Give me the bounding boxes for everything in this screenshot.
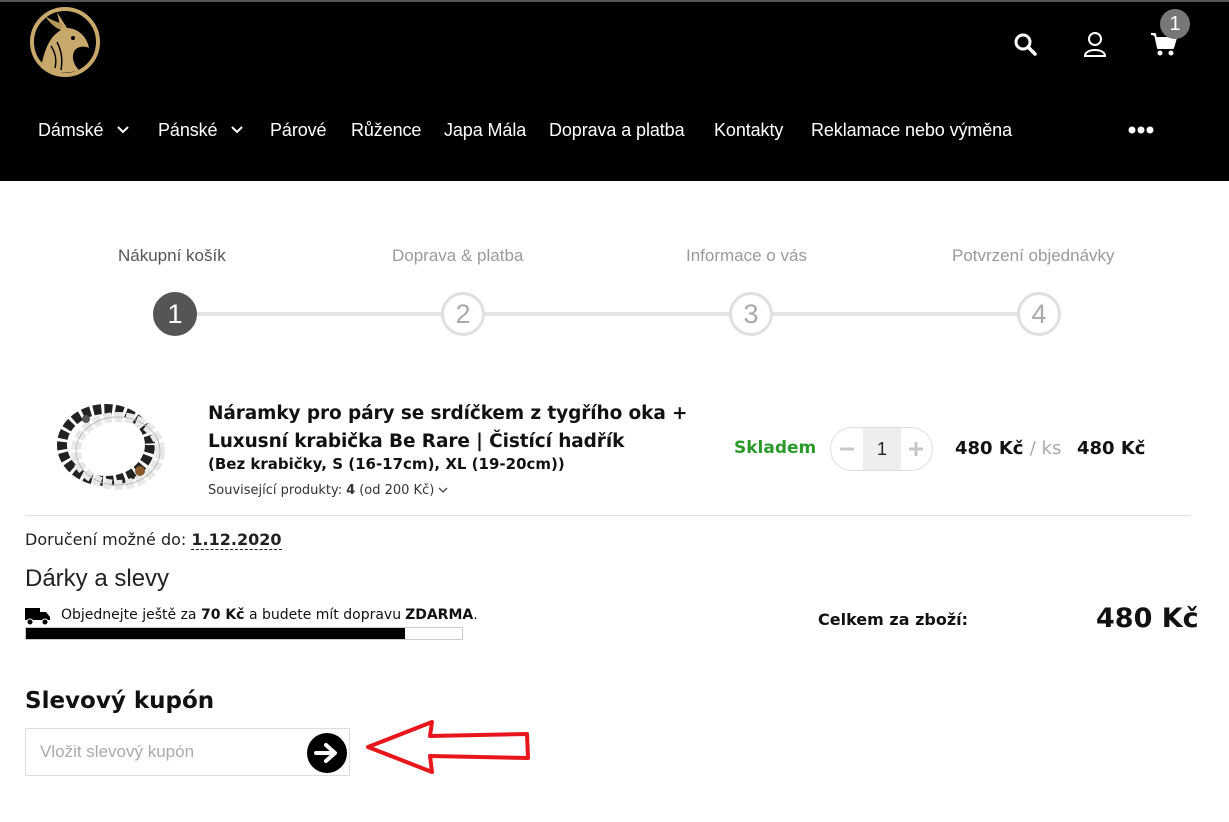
product-name-line1: Náramky pro páry se srdíčkem z tygřího o… [208,403,688,424]
step-3-circle: 3 [729,292,773,336]
related-count: 4 [346,483,356,498]
goods-total-label: Celkem za zboží: [818,610,969,629]
unit-price-suffix: / ks [1029,438,1062,459]
product-image[interactable] [50,393,174,503]
nav-item-panske[interactable]: Pánské [158,112,244,148]
nav-item-label: Japa Mála [444,119,527,140]
nav-item-label: Dámské [38,119,104,140]
coupon-input[interactable] [40,739,300,765]
nav-item-label: Reklamace nebo výměna [811,119,1013,140]
product-name[interactable]: Náramky pro páry se srdíčkem z tygřího o… [208,400,708,456]
free-shipping-free: ZDARMA [405,607,474,623]
nav-item-label: Růžence [351,119,422,140]
search-button[interactable] [1010,29,1040,59]
step-connector [196,312,444,316]
quantity-stepper [830,427,933,471]
chevron-down-icon [438,487,448,493]
step-1-circle: 1 [153,292,197,336]
nav-item-label: Pánské [158,119,218,140]
nav-item-parove[interactable]: Párové [270,112,327,148]
free-shipping-text-end: . [473,607,478,623]
red-arrow-annotation-icon [366,720,530,774]
search-icon [1014,33,1037,56]
free-shipping-text-before: Objednejte ještě za [61,607,197,623]
delivery-estimate: Doručení možné do: 1.12.2020 [25,530,282,550]
unit-price: 480 Kč / ks [955,438,1061,459]
gifts-discounts-title: Dárky a slevy [25,565,170,592]
nav-item-label: Kontakty [714,119,784,140]
nav-item-japa-mala[interactable]: Japa Mála [444,112,526,148]
chevron-down-icon [117,126,130,134]
quantity-input[interactable] [863,428,901,470]
header-top-border [0,0,1229,2]
product-name-line2: Luxusní krabička Be Rare | Čistící hadří… [208,431,625,452]
plus-icon [909,442,923,456]
step-label-info: Informace o vás [686,246,807,265]
unicorn-logo[interactable] [27,6,103,78]
nav-item-label: Doprava a platba [549,119,685,140]
nav-item-doprava[interactable]: Doprava a platba [549,112,685,148]
free-shipping-amount: 70 Kč [200,607,245,623]
product-variant: (Bez krabičky, S (16-17cm), XL (19-20cm)… [208,455,565,473]
coupon-title: Slevový kupón [25,688,215,714]
related-label: Související produkty: [208,483,343,498]
nav-item-reklamace[interactable]: Reklamace nebo výměna [811,112,1012,148]
account-button[interactable] [1080,29,1110,59]
cart-count-badge[interactable]: 1 [1160,9,1190,39]
step-connector [772,312,1020,316]
nav-item-damske[interactable]: Dámské [38,112,130,148]
coupon-submit-button[interactable] [307,733,347,773]
arrow-right-icon [314,743,337,763]
site-header: 1 Dámské Pánské Párové Růžence Japa Mála… [0,0,1229,181]
quantity-increase-button[interactable] [900,428,932,470]
nav-item-label: Párové [270,119,327,140]
row-total-price: 480 Kč [1077,438,1146,459]
step-label-shipping: Doprava & platba [392,246,524,265]
minus-icon [840,447,854,451]
step-connector [484,312,732,316]
step-2-circle: 2 [441,292,485,336]
quantity-decrease-button[interactable] [831,428,863,470]
divider [25,515,1191,516]
related-products-toggle[interactable]: Související produkty: 4 (od 200 Kč) [208,483,448,498]
more-icon[interactable] [1128,124,1154,136]
nav-item-ruzence[interactable]: Růžence [351,112,421,148]
free-shipping-progress [25,627,463,640]
progress-fill [26,628,406,639]
coupon-form [25,728,350,776]
delivery-date[interactable]: 1.12.2020 [191,530,282,550]
free-shipping-text-middle: a budete mít dopravu [248,607,402,623]
user-icon [1083,32,1107,57]
step-label-cart: Nákupní košík [118,246,226,265]
nav-item-kontakty[interactable]: Kontakty [714,112,783,148]
goods-total-value: 480 Kč [1096,603,1199,634]
free-shipping-message: Objednejte ještě za 70 Kč a budete mít d… [61,607,478,623]
truck-icon [25,608,50,626]
main-nav: Dámské Pánské Párové Růžence Japa Mála D… [0,112,1229,148]
stock-status: Skladem [734,438,817,458]
chevron-down-icon [231,126,244,134]
step-4-circle: 4 [1017,292,1061,336]
step-label-confirm: Potvrzení objednávky [952,246,1115,265]
delivery-label: Doručení možné do: [25,530,187,549]
unit-price-value: 480 Kč [955,438,1024,459]
related-price: (od 200 Kč) [359,483,435,498]
